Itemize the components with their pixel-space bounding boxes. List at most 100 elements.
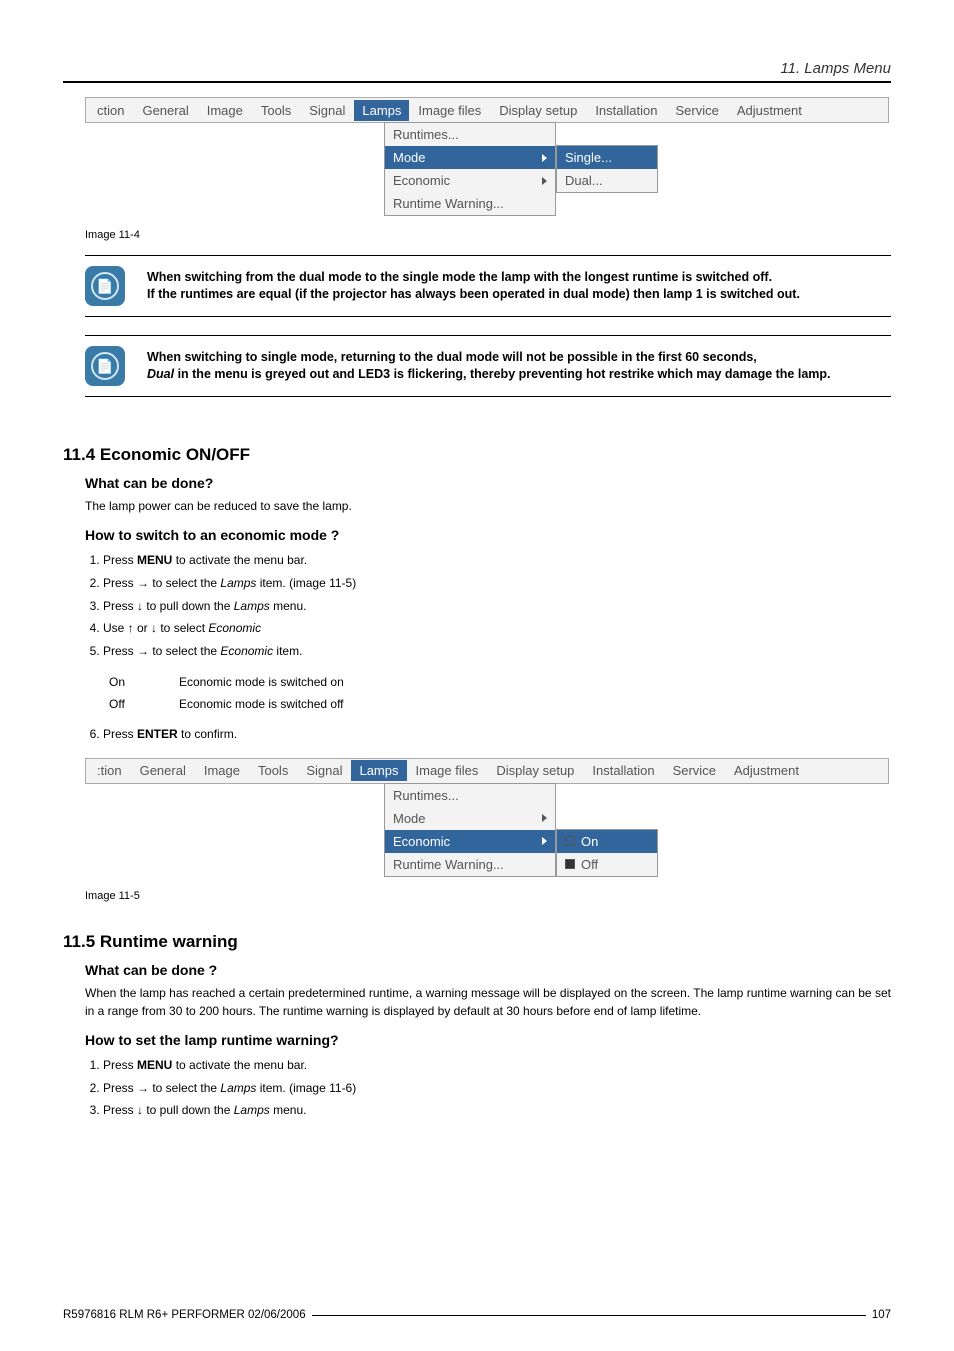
- tab-lamps[interactable]: Lamps: [351, 760, 406, 781]
- tab-ction[interactable]: :tion: [88, 760, 131, 781]
- menu-item-label: Runtime Warning...: [393, 857, 504, 872]
- header-rule: [63, 81, 891, 83]
- step: Press ENTER to confirm.: [103, 723, 891, 746]
- radio-icon: [565, 836, 575, 846]
- footer-left: R5976816 RLM R6+ PERFORMER 02/06/2006: [63, 1309, 306, 1321]
- mode-submenu: Single... Dual...: [556, 145, 658, 193]
- figure-11-5: :tion General Image Tools Signal Lamps I…: [63, 758, 891, 902]
- figure-caption: Image 11-5: [85, 890, 891, 902]
- page-number: 107: [872, 1309, 891, 1321]
- tab-service[interactable]: Service: [666, 100, 727, 121]
- menu-item-label: Economic: [393, 173, 450, 188]
- tab-general[interactable]: General: [131, 760, 195, 781]
- step: Press → to select the Lamps item. (image…: [103, 572, 891, 595]
- body-text: When the lamp has reached a certain pred…: [85, 984, 891, 1020]
- menu-item-runtime-warning[interactable]: Runtime Warning...: [385, 192, 555, 215]
- menu-item-label: Off: [581, 857, 598, 872]
- menu-item-label: Economic: [393, 834, 450, 849]
- menu-item-label: On: [581, 834, 598, 849]
- options-table: OnEconomic mode is switched on OffEconom…: [109, 675, 891, 711]
- menu-item-off[interactable]: Off: [557, 853, 657, 876]
- tab-general[interactable]: General: [133, 100, 197, 121]
- step: Press → to select the Economic item.: [103, 640, 891, 663]
- note-block-1: 📄 When switching from the dual mode to t…: [85, 255, 891, 317]
- info-icon: 📄: [85, 346, 125, 386]
- tab-signal[interactable]: Signal: [297, 760, 351, 781]
- menu-item-runtimes[interactable]: Runtimes...: [385, 123, 555, 146]
- body-text: The lamp power can be reduced to save th…: [85, 497, 891, 515]
- menu-item-dual[interactable]: Dual...: [557, 169, 657, 192]
- menu-item-mode[interactable]: Mode: [385, 146, 555, 169]
- menu-item-mode[interactable]: Mode: [385, 807, 555, 830]
- menu-item-on[interactable]: On: [557, 830, 657, 853]
- tab-installation[interactable]: Installation: [586, 100, 666, 121]
- sub-heading: What can be done?: [85, 475, 891, 491]
- menu-item-label: Dual...: [565, 173, 603, 188]
- note-line: If the runtimes are equal (if the projec…: [147, 286, 800, 304]
- page-footer: R5976816 RLM R6+ PERFORMER 02/06/2006 10…: [63, 1309, 891, 1321]
- tab-signal[interactable]: Signal: [300, 100, 354, 121]
- note-line: Dual in the menu is greyed out and LED3 …: [147, 366, 831, 384]
- step: Use ↑ or ↓ to select Economic: [103, 617, 891, 640]
- chevron-right-icon: [542, 837, 547, 845]
- menubar: :tion General Image Tools Signal Lamps I…: [85, 758, 889, 784]
- menu-item-economic[interactable]: Economic: [385, 830, 555, 853]
- tab-display-setup[interactable]: Display setup: [487, 760, 583, 781]
- chevron-right-icon: [542, 154, 547, 162]
- menubar-row: ction General Image Tools Signal Lamps I…: [86, 98, 888, 122]
- note-block-2: 📄 When switching to single mode, returni…: [85, 335, 891, 397]
- lamps-dropdown: Runtimes... Mode Economic Runtime Warnin…: [384, 783, 556, 877]
- option-value: Economic mode is switched off: [179, 697, 344, 711]
- tab-tools[interactable]: Tools: [249, 760, 297, 781]
- step: Press ↓ to pull down the Lamps menu.: [103, 595, 891, 618]
- tab-lamps[interactable]: Lamps: [354, 100, 409, 121]
- menu-item-label: Runtimes...: [393, 788, 459, 803]
- sub-heading: How to switch to an economic mode ?: [85, 527, 891, 543]
- menubar-row: :tion General Image Tools Signal Lamps I…: [86, 759, 888, 783]
- section-heading-11-5: 11.5 Runtime warning: [63, 932, 891, 952]
- radio-icon: [565, 859, 575, 869]
- sub-heading: How to set the lamp runtime warning?: [85, 1032, 891, 1048]
- step: Press MENU to activate the menu bar.: [103, 549, 891, 572]
- economic-submenu: On Off: [556, 829, 658, 877]
- option-key: Off: [109, 697, 179, 711]
- menubar: ction General Image Tools Signal Lamps I…: [85, 97, 889, 123]
- menu-item-label: Runtime Warning...: [393, 196, 504, 211]
- tab-image[interactable]: Image: [195, 760, 249, 781]
- tab-adjustment[interactable]: Adjustment: [728, 100, 811, 121]
- step: Press ↓ to pull down the Lamps menu.: [103, 1099, 891, 1122]
- tab-display-setup[interactable]: Display setup: [490, 100, 586, 121]
- steps-list: Press ENTER to confirm.: [85, 723, 891, 746]
- menu-item-runtime-warning[interactable]: Runtime Warning...: [385, 853, 555, 876]
- steps-list: Press MENU to activate the menu bar. Pre…: [85, 549, 891, 663]
- menu-item-label: Single...: [565, 150, 612, 165]
- chevron-right-icon: [542, 814, 547, 822]
- tab-tools[interactable]: Tools: [252, 100, 300, 121]
- note-text: When switching from the dual mode to the…: [147, 269, 800, 304]
- tab-adjustment[interactable]: Adjustment: [725, 760, 808, 781]
- menu-item-single[interactable]: Single...: [557, 146, 657, 169]
- note-line: When switching to single mode, returning…: [147, 349, 831, 367]
- menu-item-runtimes[interactable]: Runtimes...: [385, 784, 555, 807]
- figure-caption: Image 11-4: [85, 229, 891, 241]
- menu-item-label: Mode: [393, 811, 426, 826]
- section-heading-11-4: 11.4 Economic ON/OFF: [63, 445, 891, 465]
- tab-image-files[interactable]: Image files: [407, 760, 488, 781]
- menu-item-label: Mode: [393, 150, 426, 165]
- tab-image-files[interactable]: Image files: [409, 100, 490, 121]
- note-text: When switching to single mode, returning…: [147, 349, 831, 384]
- option-key: On: [109, 675, 179, 689]
- tab-image[interactable]: Image: [198, 100, 252, 121]
- tab-installation[interactable]: Installation: [583, 760, 663, 781]
- footer-rule: [312, 1315, 866, 1316]
- lamps-dropdown: Runtimes... Mode Economic Runtime Warnin…: [384, 122, 556, 216]
- tab-service[interactable]: Service: [664, 760, 725, 781]
- figure-11-4: ction General Image Tools Signal Lamps I…: [63, 97, 891, 241]
- step: Press MENU to activate the menu bar.: [103, 1054, 891, 1077]
- steps-list: Press MENU to activate the menu bar. Pre…: [85, 1054, 891, 1122]
- step: Press → to select the Lamps item. (image…: [103, 1077, 891, 1100]
- tab-ction[interactable]: ction: [88, 100, 133, 121]
- menu-item-economic[interactable]: Economic: [385, 169, 555, 192]
- note-line: When switching from the dual mode to the…: [147, 269, 800, 287]
- sub-heading: What can be done ?: [85, 962, 891, 978]
